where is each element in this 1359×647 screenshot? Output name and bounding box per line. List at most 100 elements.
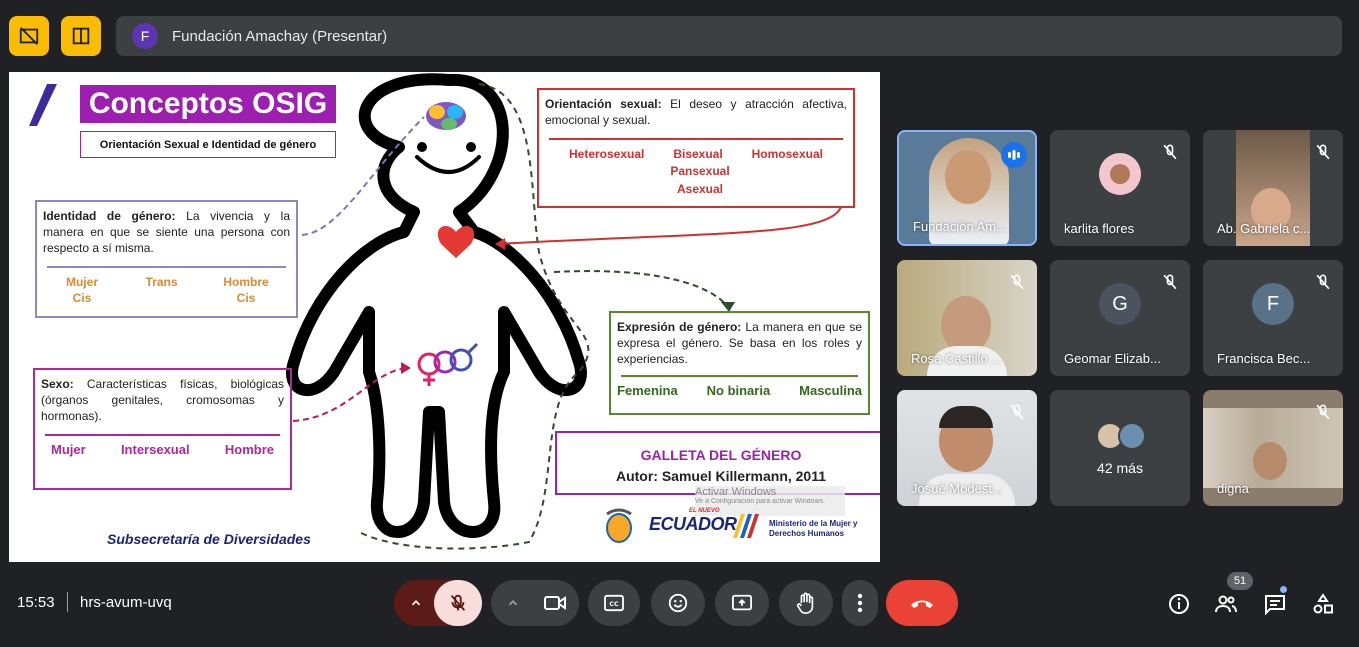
mic-off-icon — [1010, 404, 1024, 420]
participant-name: Rosa Castillo ... — [911, 351, 1003, 366]
end-call-button[interactable] — [886, 580, 958, 626]
watermark-line2: Ve a Configuración para activar Windows. — [695, 498, 825, 505]
mic-off-icon — [450, 594, 466, 611]
captions-button[interactable]: CC — [588, 580, 640, 626]
orientation-box: Orientación sexual: El deseo y atracción… — [537, 88, 855, 208]
sex-text: Características físicas, biológicas (órg… — [41, 377, 284, 423]
chevron-up-icon — [411, 600, 421, 606]
mic-group — [394, 580, 482, 626]
orientation-item-heterosexual: Heterosexual — [569, 147, 645, 161]
credit-author: Autor: Samuel Killermann, 2011 — [615, 468, 827, 484]
chat-icon[interactable] — [1263, 592, 1287, 616]
participant-tile[interactable]: Fundación Am... — [897, 130, 1037, 246]
sex-item-intersexual: Intersexual — [120, 442, 190, 457]
more-participants-tile[interactable]: 42 más — [1050, 390, 1190, 506]
sex-box: Sexo: Características físicas, biológica… — [33, 368, 292, 490]
more-count: 42 más — [1097, 460, 1143, 476]
sex-item-mujer: Mujer — [51, 442, 86, 457]
raise-hand-button[interactable] — [779, 580, 833, 626]
activities-icon[interactable] — [1311, 592, 1335, 616]
more-options-button[interactable] — [842, 580, 878, 626]
participant-tile[interactable]: F Francisca Bec... — [1203, 260, 1343, 376]
captions-icon: CC — [604, 594, 624, 612]
meeting-code: hrs-avum-uvq — [80, 594, 172, 611]
participant-name: digna — [1217, 481, 1249, 496]
participant-name: karlita flores — [1064, 221, 1135, 236]
participant-name: Francisca Bec... — [1217, 351, 1311, 366]
hide-tiles-icon — [19, 27, 39, 45]
people-icon[interactable] — [1214, 592, 1238, 616]
participant-name: Ab. Gabriela c... — [1217, 221, 1311, 236]
hide-video-button[interactable] — [9, 16, 49, 56]
hand-icon — [796, 592, 814, 614]
watermark-line1: Activar Windows — [695, 486, 777, 498]
identity-item-trans: Trans — [145, 275, 178, 289]
participant-name: Josué Modest... — [911, 481, 1003, 496]
avatar: G — [1099, 283, 1141, 325]
identity-item-hombre-cis: Hombre Cis — [223, 275, 269, 305]
video-camera-icon — [544, 596, 566, 610]
participant-tile[interactable]: Ab. Gabriela c... — [1203, 130, 1343, 246]
presenter-avatar: F — [132, 23, 158, 49]
ministry-text: Ministerio de la Mujer y Derechos Humano… — [769, 519, 857, 539]
present-screen-button[interactable] — [715, 580, 769, 626]
hang-up-icon — [911, 600, 933, 608]
expression-box: Expresión de género: La manera en que se… — [609, 311, 870, 415]
expression-term: Expresión de género: — [617, 320, 742, 334]
orientation-item-bisexual: Bisexual — [673, 147, 723, 161]
mic-options-button[interactable] — [394, 580, 438, 626]
camera-group — [491, 580, 579, 626]
ecuador-logo: EL NUEVO ECUADOR — [649, 508, 737, 535]
speaking-icon — [1001, 142, 1027, 168]
ministry-line1: Ministerio de la Mujer y — [769, 519, 858, 528]
layout-button[interactable] — [61, 16, 101, 56]
mic-toggle-button[interactable] — [434, 580, 482, 626]
presenter-name: Fundación Amachay (Presentar) — [172, 27, 388, 45]
clock: 15:53 — [17, 594, 55, 611]
identity-box: Identidad de género: La vivencia y la ma… — [35, 200, 298, 318]
credit-title: GALLETA DEL GÉNERO — [640, 447, 802, 463]
coat-of-arms-icon — [606, 508, 632, 543]
meeting-info-icon[interactable] — [1167, 592, 1191, 616]
identity-item-mujer-cis: Mujer Cis — [65, 275, 98, 305]
expression-item-femenina: Femenina — [617, 383, 678, 398]
mic-off-icon — [1010, 274, 1024, 290]
panel-icon — [72, 27, 90, 45]
more-vert-icon — [857, 593, 863, 613]
mic-off-icon — [1316, 404, 1330, 420]
orientation-term: Orientación sexual: — [545, 97, 662, 111]
mic-off-icon — [1163, 274, 1177, 290]
reactions-button[interactable] — [651, 580, 705, 626]
avatar: F — [1252, 283, 1294, 325]
participant-tile[interactable]: Rosa Castillo ... — [897, 260, 1037, 376]
flag-stripes-icon — [733, 514, 759, 538]
chat-notification-dot — [1280, 586, 1287, 593]
participant-tile[interactable]: karlita flores — [1050, 130, 1190, 246]
presentation-slide: Conceptos OSIG Orientación Sexual e Iden… — [9, 72, 880, 562]
participant-name: Fundación Am... — [913, 219, 1007, 234]
participant-tile[interactable]: digna — [1203, 390, 1343, 506]
camera-options-button[interactable] — [491, 580, 535, 626]
expression-item-no-binaria: No binaria — [706, 383, 771, 398]
orientation-item-pansexual: Pansexual — [670, 164, 730, 178]
expression-item-masculina: Masculina — [799, 383, 862, 398]
svg-text:CC: CC — [609, 601, 619, 608]
presenter-bar[interactable]: F Fundación Amachay (Presentar) — [116, 16, 1342, 56]
divider — [67, 592, 68, 612]
ministry-line2: Derechos Humanos — [769, 529, 845, 538]
camera-toggle-button[interactable] — [531, 580, 579, 626]
present-icon — [732, 594, 752, 611]
orientation-item-homosexual: Homosexual — [751, 147, 823, 161]
sex-term: Sexo: — [41, 377, 74, 391]
mic-off-icon — [1316, 274, 1330, 290]
identity-term: Identidad de género: — [43, 209, 176, 223]
mic-off-icon — [1163, 144, 1177, 160]
chevron-up-icon — [508, 600, 518, 606]
sex-item-hombre: Hombre — [224, 442, 274, 457]
avatar — [1099, 153, 1141, 195]
participant-tile[interactable]: Josué Modest... — [897, 390, 1037, 506]
mic-off-icon — [1316, 144, 1330, 160]
emoji-icon — [668, 593, 688, 613]
participant-tile[interactable]: G Geomar Elizab... — [1050, 260, 1190, 376]
orientation-item-asexual: Asexual — [676, 182, 724, 196]
